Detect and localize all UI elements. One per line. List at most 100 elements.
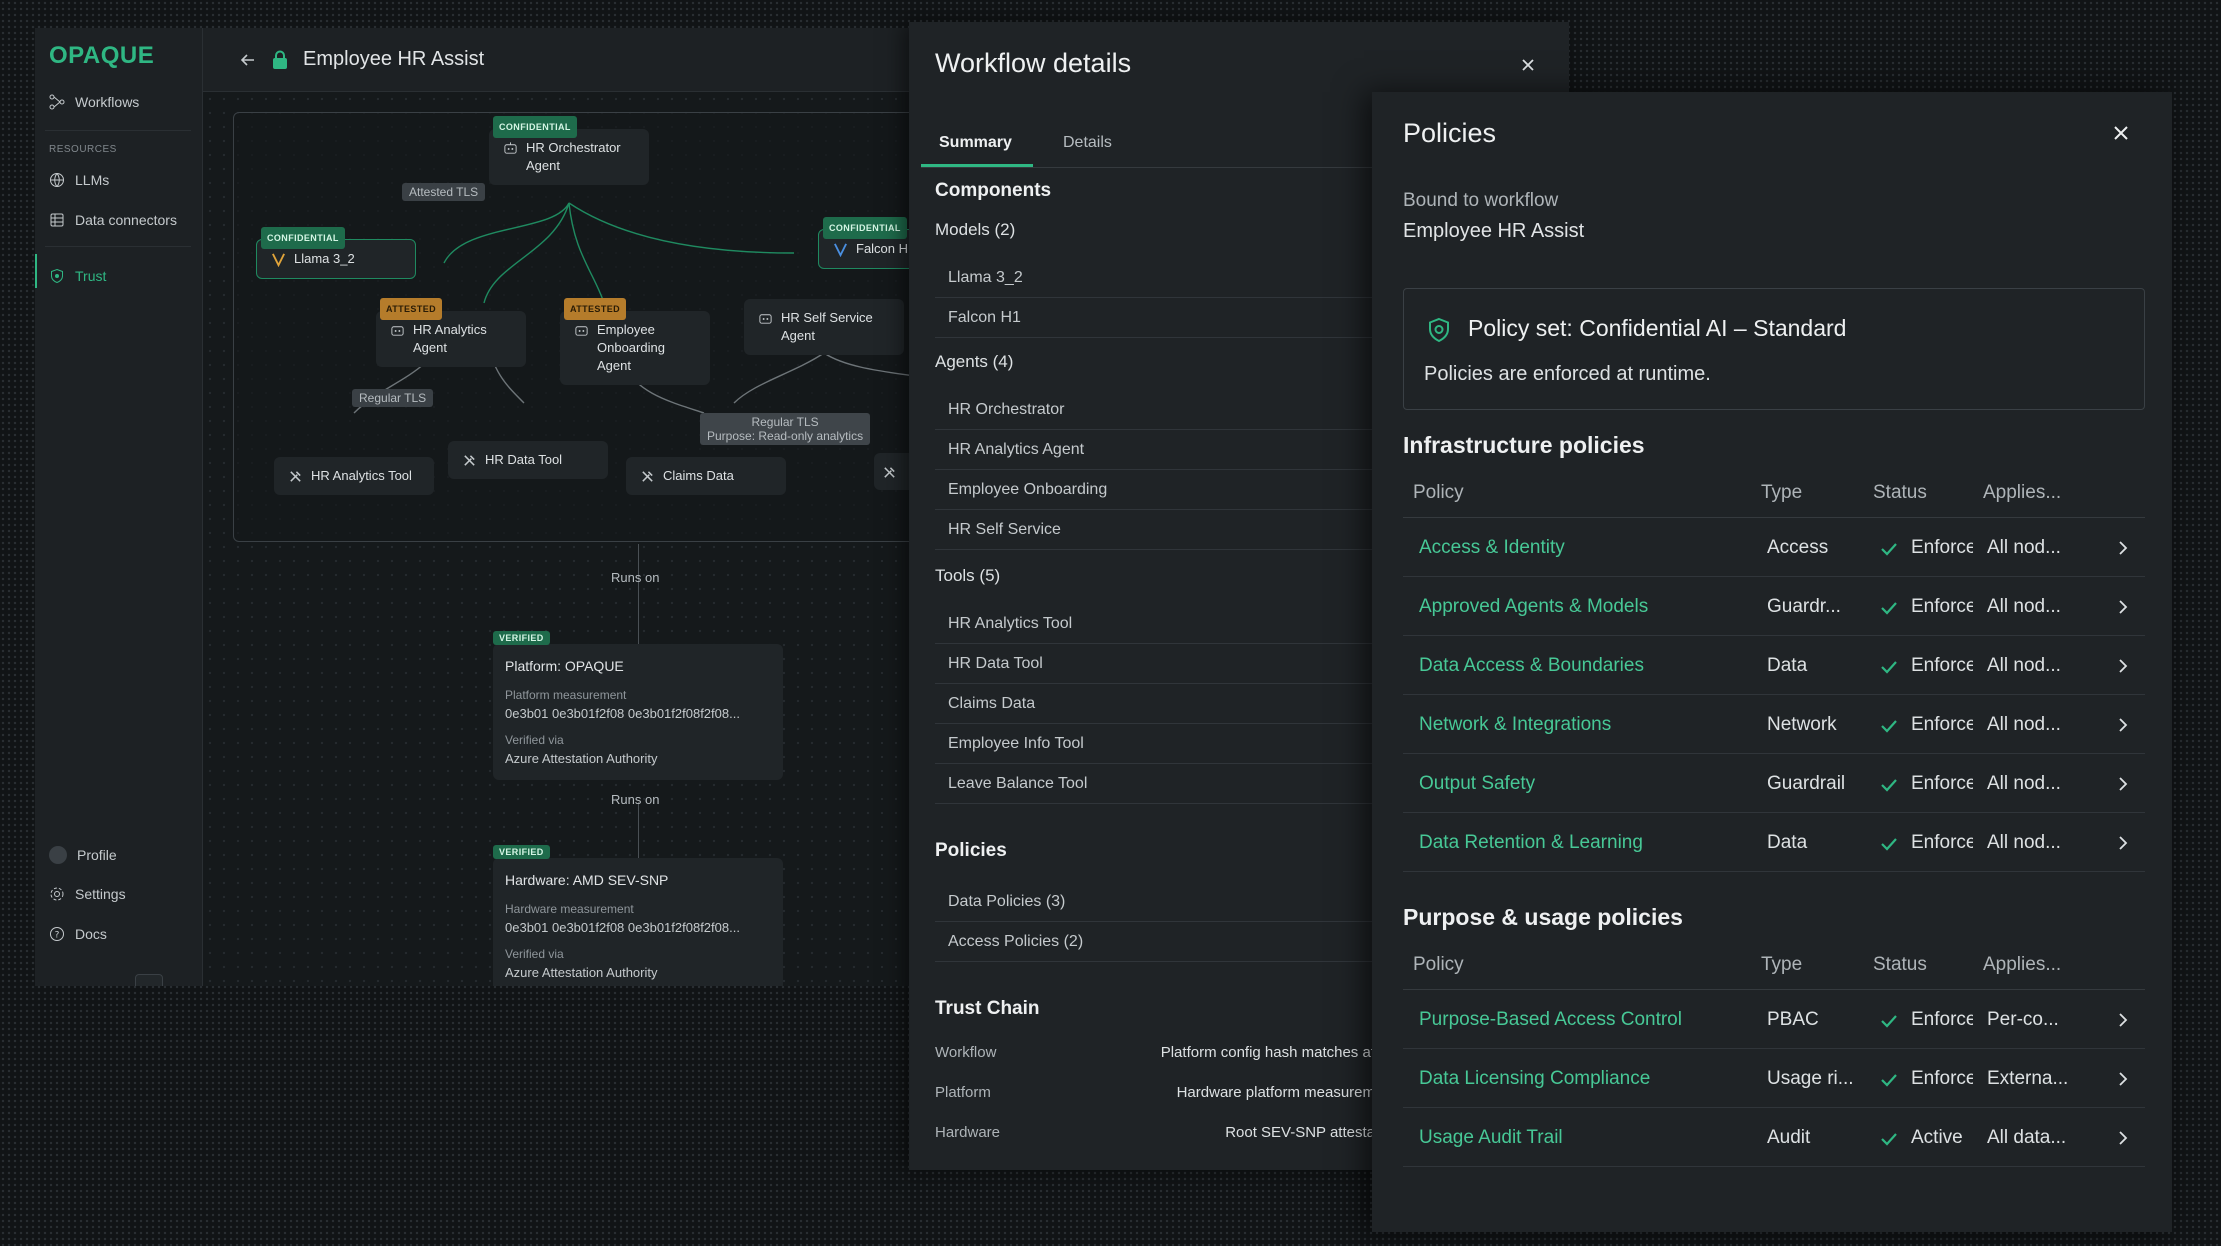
workflow-icon bbox=[49, 94, 65, 110]
chevron-right-icon[interactable] bbox=[2115, 1012, 2131, 1028]
policy-set-subtitle: Policies are enforced at runtime. bbox=[1424, 363, 1711, 385]
policy-link[interactable]: Approved Agents & Models bbox=[1419, 596, 1648, 618]
node-hr-analytics-agent[interactable]: ATTESTED HR Analytics Agent bbox=[376, 298, 526, 367]
close-button[interactable] bbox=[1515, 52, 1541, 78]
policy-link[interactable]: Access & Identity bbox=[1419, 537, 1565, 559]
chevron-right-icon[interactable] bbox=[2115, 1071, 2131, 1087]
sidebar-item-label: Workflows bbox=[75, 94, 140, 110]
table-row[interactable]: Approved Agents & Models Guardr... Enforce… bbox=[1403, 577, 2145, 636]
sidebar-item-settings[interactable]: Settings bbox=[49, 886, 126, 902]
chevron-right-icon[interactable] bbox=[2115, 540, 2131, 556]
node-llama[interactable]: CONFIDENTIAL Llama 3_2 bbox=[256, 227, 416, 279]
table-row[interactable]: Access & Identity Access Enforced All nod..… bbox=[1403, 518, 2145, 577]
agent-icon bbox=[391, 326, 404, 336]
policy-link[interactable]: Data Licensing Compliance bbox=[1419, 1068, 1650, 1090]
card-key: Hardware measurement bbox=[505, 902, 634, 916]
verified-tag: VERIFIED bbox=[493, 631, 550, 645]
check-icon bbox=[1881, 543, 1897, 556]
policy-status: Enforced bbox=[1911, 537, 1973, 558]
sidebar-item-workflows[interactable]: Workflows bbox=[49, 94, 139, 110]
list-item[interactable]: HR Self Service bbox=[935, 510, 1375, 550]
policy-link[interactable]: Data Access & Boundaries bbox=[1419, 655, 1644, 677]
table-row[interactable]: Output Safety Guardrail Enforced All nod... bbox=[1403, 754, 2145, 813]
node-hr-orchestrator[interactable]: CONFIDENTIAL HR Orchestrator Agent bbox=[489, 116, 649, 185]
back-arrow-icon[interactable] bbox=[239, 51, 257, 69]
sidebar-item-llms[interactable]: LLMs bbox=[49, 172, 109, 188]
tool-icon bbox=[884, 467, 895, 478]
bound-label: Bound to workflow bbox=[1403, 190, 1559, 211]
platform-card[interactable]: VERIFIED Platform: OPAQUE Platform measu… bbox=[493, 631, 783, 780]
column-header: Applies... bbox=[1983, 954, 2062, 975]
node-label: HR Self Service Agent bbox=[781, 310, 873, 343]
list-item[interactable]: Data Policies (3) bbox=[935, 882, 1375, 922]
policy-link[interactable]: Output Safety bbox=[1419, 773, 1535, 795]
list-item[interactable]: Access Policies (2) bbox=[935, 922, 1375, 962]
hardware-card[interactable]: VERIFIED Hardware: AMD SEV-SNP Hardware … bbox=[493, 845, 783, 986]
check-icon bbox=[1881, 1074, 1897, 1087]
collapse-sidebar-button[interactable] bbox=[135, 974, 163, 986]
chevron-right-icon[interactable] bbox=[2115, 776, 2131, 792]
policy-set-card: Policy set: Confidential AI – Standard P… bbox=[1403, 288, 2145, 410]
chevron-right-icon[interactable] bbox=[2115, 658, 2131, 674]
list-item[interactable]: HR Orchestrator bbox=[935, 390, 1375, 430]
list-item[interactable]: HR Analytics Agent bbox=[935, 430, 1375, 470]
chevron-right-icon[interactable] bbox=[2115, 835, 2131, 851]
list-item[interactable]: Claims Data bbox=[935, 684, 1375, 724]
node-employee-onboarding-agent[interactable]: ATTESTED Employee Onboarding Agent bbox=[560, 298, 710, 385]
close-button[interactable] bbox=[2108, 120, 2134, 146]
sidebar-item-label: Profile bbox=[77, 847, 117, 863]
list-item[interactable]: Llama 3_2 bbox=[935, 258, 1375, 298]
sidebar-item-data-connectors[interactable]: Data connectors bbox=[49, 212, 177, 228]
chevron-right-icon[interactable] bbox=[2115, 599, 2131, 615]
node-label: Llama 3_2 bbox=[294, 251, 355, 266]
table-header: Policy Type Status Applies... bbox=[1403, 940, 2145, 990]
table-row[interactable]: Data Access & Boundaries Data Enforced All … bbox=[1403, 636, 2145, 695]
model-icon bbox=[272, 253, 285, 267]
table-row[interactable]: Network & Integrations Network Enforced All… bbox=[1403, 695, 2145, 754]
table-row[interactable]: Data Licensing Compliance Usage ri... Enfo… bbox=[1403, 1049, 2145, 1108]
node-hr-analytics-tool[interactable]: HR Analytics Tool bbox=[274, 457, 434, 495]
sidebar-section-label: RESOURCES bbox=[49, 144, 117, 155]
edge bbox=[568, 202, 795, 254]
list-item[interactable]: Employee Info Tool bbox=[935, 724, 1375, 764]
node-hr-data-tool[interactable]: HR Data Tool bbox=[448, 441, 608, 479]
sidebar-item-docs[interactable]: ? Docs bbox=[49, 926, 107, 942]
policy-applies: Per-co... bbox=[1987, 1009, 2059, 1030]
policy-link[interactable]: Usage Audit Trail bbox=[1419, 1127, 1563, 1149]
sidebar-item-label: Data connectors bbox=[75, 212, 177, 228]
tab-details[interactable]: Details bbox=[1063, 134, 1112, 152]
panel-title: Workflow details bbox=[935, 48, 1132, 78]
active-tab-indicator bbox=[921, 164, 1033, 167]
policy-status: Enforced bbox=[1911, 596, 1973, 617]
attested-tag: ATTESTED bbox=[380, 298, 443, 320]
tab-summary[interactable]: Summary bbox=[939, 134, 1012, 152]
chevron-right-icon[interactable] bbox=[2115, 717, 2131, 733]
policy-link[interactable]: Network & Integrations bbox=[1419, 714, 1611, 736]
card-key: Platform measurement bbox=[505, 688, 627, 702]
policy-status: Active bbox=[1911, 1127, 1963, 1148]
list-item[interactable]: Leave Balance Tool bbox=[935, 764, 1375, 804]
policy-link[interactable]: Purpose-Based Access Control bbox=[1419, 1009, 1682, 1031]
bound-workflow: Employee HR Assist bbox=[1403, 220, 1585, 242]
node-hr-self-service[interactable]: HR Self Service Agent bbox=[744, 299, 904, 355]
list-item[interactable]: Employee Onboarding bbox=[935, 470, 1375, 510]
edge bbox=[483, 202, 570, 304]
table-row[interactable]: Data Retention & Learning Data Enforced All… bbox=[1403, 813, 2145, 872]
table-row[interactable]: Purpose-Based Access Control PBAC Enforced… bbox=[1403, 990, 2145, 1049]
edge bbox=[443, 202, 570, 264]
list-item[interactable]: HR Data Tool bbox=[935, 644, 1375, 684]
list-item[interactable]: Falcon H1 bbox=[935, 298, 1375, 338]
globe-icon bbox=[50, 173, 64, 187]
policy-set-title: Policy set: Confidential AI – Standard bbox=[1468, 315, 1847, 341]
policy-applies: All data... bbox=[1987, 1127, 2067, 1148]
node-claims-data[interactable]: Claims Data bbox=[626, 457, 786, 495]
chevron-right-icon[interactable] bbox=[2115, 1130, 2131, 1146]
policy-link[interactable]: Data Retention & Learning bbox=[1419, 832, 1643, 854]
node-label: Employee Onboarding Agent bbox=[597, 322, 665, 373]
sidebar-item-trust[interactable]: Trust bbox=[49, 268, 106, 284]
table-row[interactable]: Usage Audit Trail Audit Active All data... bbox=[1403, 1108, 2145, 1167]
tool-icon bbox=[642, 471, 653, 482]
sidebar-item-profile[interactable]: Profile bbox=[49, 846, 117, 864]
list-item[interactable]: HR Analytics Tool bbox=[935, 604, 1375, 644]
active-indicator bbox=[35, 254, 37, 288]
